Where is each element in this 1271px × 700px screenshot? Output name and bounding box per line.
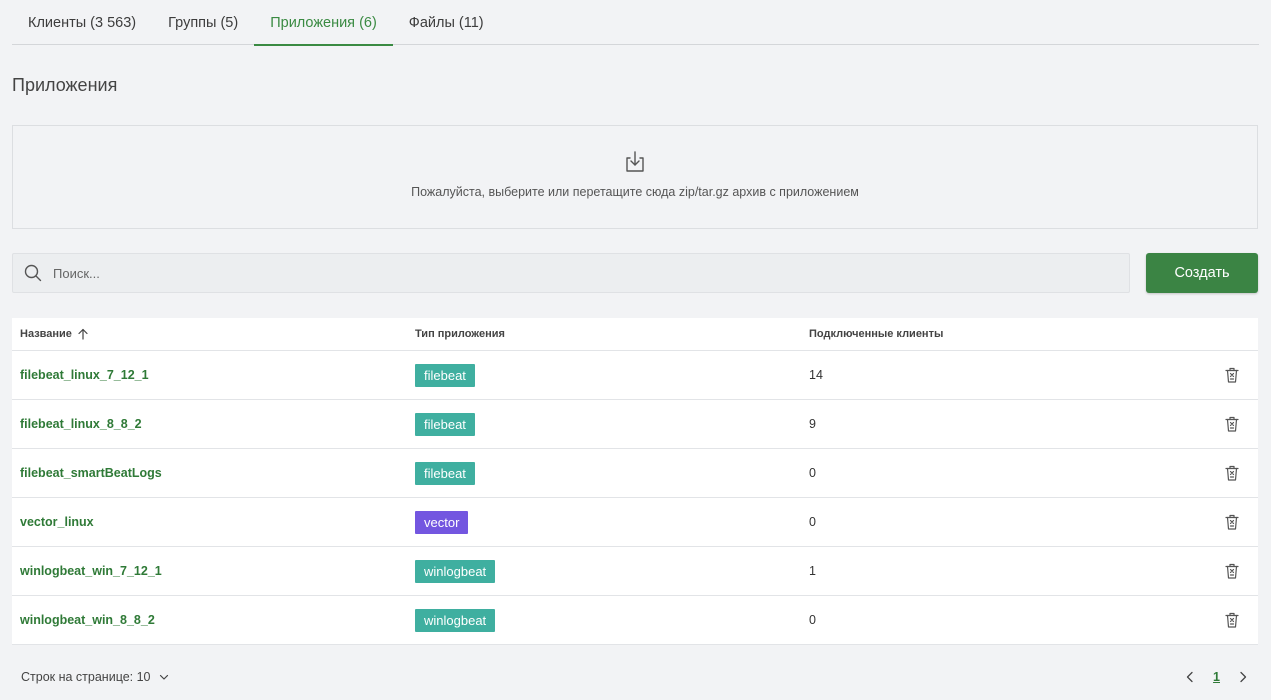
tab-clients[interactable]: Клиенты (3 563) [12, 0, 152, 45]
dropzone-hint: Пожалуйста, выберите или перетащите сюда… [411, 185, 859, 199]
tab-applications[interactable]: Приложения (6) [254, 0, 393, 46]
actions-cell [1201, 366, 1258, 384]
tab-bar: Клиенты (3 563) Группы (5) Приложения (6… [12, 0, 1259, 46]
actions-cell [1201, 513, 1258, 531]
table-body: filebeat_linux_7_12_1 filebeat 14 filebeat_… [12, 351, 1258, 645]
app-type-badge: winlogbeat [415, 608, 496, 632]
trash-icon[interactable] [1223, 464, 1241, 482]
search-input[interactable] [53, 265, 1053, 281]
search-box [12, 253, 1130, 293]
app-name-cell: winlogbeat_win_7_12_1 [12, 564, 407, 578]
actions-cell [1201, 415, 1258, 433]
trash-icon[interactable] [1223, 415, 1241, 433]
app-name-cell: filebeat_smartBeatLogs [12, 466, 407, 480]
app-type-cell: filebeat [407, 461, 801, 485]
app-type-badge: vector [415, 510, 469, 534]
app-type-cell: filebeat [407, 412, 801, 436]
column-header-name[interactable]: Название [12, 328, 407, 340]
table-row: winlogbeat_win_8_8_2 winlogbeat 0 [12, 596, 1258, 645]
actions-cell [1201, 464, 1258, 482]
applications-table: Название Тип приложения Подключенные кли… [12, 318, 1258, 645]
connected-clients-cell: 0 [809, 466, 816, 480]
rows-per-page-label: Строк на странице: 10 [21, 670, 151, 684]
app-type-badge: filebeat [415, 461, 475, 485]
app-type-badge: filebeat [415, 363, 475, 387]
actions-cell [1201, 611, 1258, 629]
column-header-type: Тип приложения [415, 328, 505, 340]
rows-per-page-select[interactable]: Строк на странице: 10 [12, 670, 170, 684]
app-type-cell: filebeat [407, 363, 801, 387]
page-title: Приложения [12, 75, 118, 95]
page-number-button[interactable]: 1 [1213, 670, 1220, 684]
app-name-cell: winlogbeat_win_8_8_2 [12, 613, 407, 627]
trash-icon[interactable] [1223, 611, 1241, 629]
chevron-down-icon [159, 674, 168, 680]
app-name-link[interactable]: filebeat_linux_8_8_2 [20, 417, 142, 431]
column-header-clients: Подключенные клиенты [809, 328, 944, 340]
app-type-cell: vector [407, 510, 801, 534]
tab-files[interactable]: Файлы (11) [393, 0, 500, 45]
table-row: filebeat_linux_8_8_2 filebeat 9 [12, 400, 1258, 449]
actions-cell [1201, 562, 1258, 580]
app-name-cell: vector_linux [12, 515, 407, 529]
app-type-cell: winlogbeat [407, 559, 801, 583]
connected-clients-cell: 9 [809, 417, 816, 431]
table-row: filebeat_linux_7_12_1 filebeat 14 [12, 351, 1258, 400]
chevron-left-icon[interactable] [1183, 670, 1197, 684]
app-name-cell: filebeat_linux_8_8_2 [12, 417, 407, 431]
upload-dropzone[interactable]: Пожалуйста, выберите или перетащите сюда… [12, 125, 1258, 229]
table-row: winlogbeat_win_7_12_1 winlogbeat 1 [12, 547, 1258, 596]
connected-clients-cell: 0 [809, 515, 816, 529]
chevron-right-icon[interactable] [1236, 670, 1250, 684]
app-name-link[interactable]: winlogbeat_win_8_8_2 [20, 613, 155, 627]
app-type-cell: winlogbeat [407, 608, 801, 632]
create-button[interactable]: Создать [1146, 253, 1258, 293]
app-name-cell: filebeat_linux_7_12_1 [12, 368, 407, 382]
connected-clients-cell: 0 [809, 613, 816, 627]
app-type-badge: filebeat [415, 412, 475, 436]
trash-icon[interactable] [1223, 366, 1241, 384]
connected-clients-cell: 1 [809, 564, 816, 578]
column-header-name-label: Название [20, 328, 72, 340]
app-type-badge: winlogbeat [415, 559, 496, 583]
app-name-link[interactable]: filebeat_smartBeatLogs [20, 466, 162, 480]
search-icon [24, 264, 42, 282]
upload-icon [626, 151, 644, 172]
table-header: Название Тип приложения Подключенные кли… [12, 318, 1258, 351]
app-name-link[interactable]: filebeat_linux_7_12_1 [20, 368, 149, 382]
pagination: 1 [1183, 670, 1258, 684]
table-row: vector_linux vector 0 [12, 498, 1258, 547]
table-footer: Строк на странице: 10 1 [12, 660, 1258, 694]
table-row: filebeat_smartBeatLogs filebeat 0 [12, 449, 1258, 498]
connected-clients-cell: 14 [809, 368, 823, 382]
sort-ascending-icon[interactable] [77, 328, 89, 340]
app-name-link[interactable]: winlogbeat_win_7_12_1 [20, 564, 162, 578]
app-name-link[interactable]: vector_linux [20, 515, 94, 529]
trash-icon[interactable] [1223, 562, 1241, 580]
trash-icon[interactable] [1223, 513, 1241, 531]
tab-groups[interactable]: Группы (5) [152, 0, 254, 45]
